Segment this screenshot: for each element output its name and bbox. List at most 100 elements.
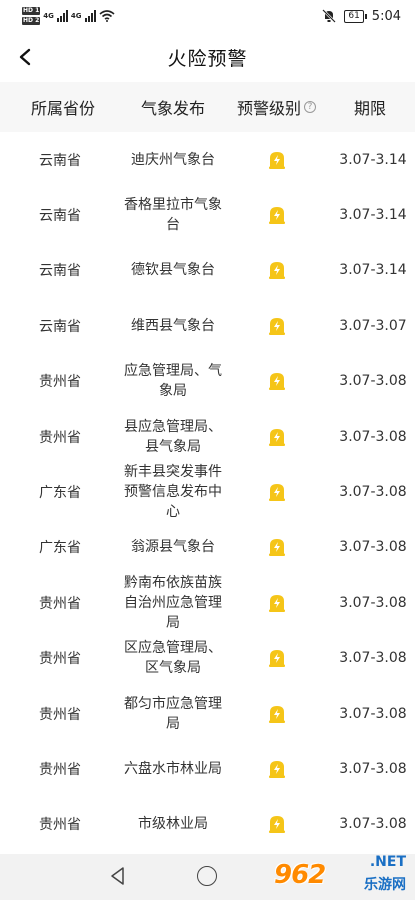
row-issuer: 六盘水市林业局	[124, 760, 222, 777]
column-header-period: 期限	[353, 99, 386, 118]
lightning-icon[interactable]	[268, 593, 286, 613]
row-level	[228, 759, 325, 779]
hd1-badge: HD 1	[22, 7, 41, 15]
row-province: 广东省	[39, 485, 81, 502]
table-row: 贵州省 应急管理局、气象局 3.07-3.08	[0, 354, 415, 409]
row-level	[228, 537, 325, 557]
hd-indicators: HD 1 HD 2	[22, 6, 41, 26]
table-row: 贵州省 县应急管理局、县气象局 3.07-3.08	[0, 409, 415, 464]
row-province: 贵州省	[39, 761, 81, 778]
table-row: 云南省 香格里拉市气象台 3.07-3.14	[0, 187, 415, 242]
lightning-icon[interactable]	[268, 427, 286, 447]
row-issuer: 县应急管理局、县气象局	[124, 418, 222, 455]
row-period: 3.07-3.14	[339, 151, 407, 168]
row-period: 3.07-3.08	[339, 539, 407, 556]
row-period: 3.07-3.07	[339, 317, 407, 334]
row-period: 3.07-3.08	[339, 373, 407, 390]
row-period: 3.07-3.08	[339, 705, 407, 722]
wifi-icon	[98, 10, 115, 22]
table-row: 贵州省 区应急管理局、区气象局 3.07-3.08	[0, 631, 415, 686]
table-row: 广东省 新丰县突发事件预警信息发布中心 3.07-3.08	[0, 464, 415, 521]
lightning-icon[interactable]	[268, 537, 286, 557]
back-button[interactable]	[8, 40, 42, 74]
row-period: 3.07-3.14	[339, 207, 407, 224]
table-row: 云南省 德钦县气象台 3.07-3.14	[0, 243, 415, 298]
table-row: 贵州省 市级林业局 3.07-3.08	[0, 797, 415, 852]
row-level	[228, 704, 325, 724]
row-level	[228, 371, 325, 391]
row-period: 3.07-3.08	[339, 816, 407, 833]
column-header-level-label: 预警级别	[236, 99, 301, 118]
row-period: 3.07-3.14	[339, 262, 407, 279]
net1-label: 4G	[43, 12, 54, 20]
nav-back-icon[interactable]	[108, 866, 128, 886]
row-province: 贵州省	[39, 651, 81, 668]
nav-home-icon[interactable]	[197, 866, 217, 886]
row-issuer: 翁源县气象台	[131, 539, 215, 556]
row-period: 3.07-3.08	[339, 760, 407, 777]
watermark-sub: 乐游网	[364, 877, 406, 893]
row-period: 3.07-3.08	[339, 428, 407, 445]
row-issuer: 新丰县突发事件预警信息发布中心	[124, 464, 222, 521]
row-province: 云南省	[39, 208, 81, 225]
chevron-left-icon	[19, 48, 31, 66]
row-period: 3.07-3.08	[339, 484, 407, 501]
row-issuer: 迪庆州气象台	[131, 151, 215, 168]
watermark-net: .NET	[369, 854, 406, 870]
row-province: 贵州省	[39, 595, 81, 612]
row-issuer: 黔南布依族苗族自治州应急管理局	[124, 574, 222, 631]
row-issuer: 德钦县气象台	[131, 262, 215, 279]
question-icon[interactable]: ?	[304, 101, 316, 113]
table-body: 云南省 迪庆州气象台 3.07-3.14 云南省 香格里拉市气象台 3.07-3.14 云南…	[0, 132, 415, 852]
table-row: 云南省 迪庆州气象台 3.07-3.14	[0, 132, 415, 187]
table-row: 贵州省 六盘水市林业局 3.07-3.08	[0, 741, 415, 796]
lightning-icon[interactable]	[268, 759, 286, 779]
row-level	[228, 150, 325, 170]
row-level	[228, 482, 325, 502]
row-province: 云南省	[39, 263, 81, 280]
clock: 5:04	[371, 8, 401, 24]
row-period: 3.07-3.08	[339, 594, 407, 611]
column-header-level: 预警级别 ?	[228, 95, 325, 119]
status-bar: HD 1 HD 2 4G 4G 61 5:04	[0, 0, 415, 32]
row-issuer: 都匀市应急管理局	[124, 695, 222, 732]
signal-icon	[84, 10, 96, 22]
lightning-icon[interactable]	[268, 814, 286, 834]
page-title: 火险预警	[167, 47, 248, 70]
lightning-icon[interactable]	[268, 371, 286, 391]
row-province: 云南省	[39, 318, 81, 335]
status-right: 61 5:04	[322, 9, 401, 24]
lightning-icon[interactable]	[268, 316, 286, 336]
watermark-logo: 962 .NET 乐游网	[274, 852, 410, 898]
row-issuer: 应急管理局、气象局	[124, 363, 222, 400]
app-header: 火险预警	[0, 32, 415, 82]
row-level	[228, 593, 325, 613]
lightning-icon[interactable]	[268, 150, 286, 170]
row-level	[228, 648, 325, 668]
row-issuer: 香格里拉市气象台	[124, 197, 222, 234]
table-row: 云南省 维西县气象台 3.07-3.07	[0, 298, 415, 353]
lightning-icon[interactable]	[268, 205, 286, 225]
lightning-icon[interactable]	[268, 648, 286, 668]
row-province: 贵州省	[39, 429, 81, 446]
lightning-icon[interactable]	[268, 260, 286, 280]
row-province: 贵州省	[39, 706, 81, 723]
table-row: 广东省 翁源县气象台 3.07-3.08	[0, 520, 415, 575]
row-issuer: 维西县气象台	[131, 317, 215, 334]
table-row: 贵州省 黔南布依族苗族自治州应急管理局 3.07-3.08	[0, 574, 415, 631]
hd2-badge: HD 2	[22, 17, 41, 25]
table-row: 贵州省 都匀市应急管理局 3.07-3.08	[0, 686, 415, 741]
status-left: HD 1 HD 2 4G 4G	[22, 6, 115, 26]
lightning-icon[interactable]	[268, 482, 286, 502]
row-issuer: 市级林业局	[138, 816, 208, 833]
row-period: 3.07-3.08	[339, 650, 407, 667]
column-header-province: 所属省份	[30, 99, 95, 118]
row-level	[228, 814, 325, 834]
watermark-number: 962	[274, 860, 326, 890]
row-province: 云南省	[39, 152, 81, 169]
lightning-icon[interactable]	[268, 704, 286, 724]
row-level	[228, 427, 325, 447]
row-level	[228, 260, 325, 280]
battery-indicator: 61	[344, 9, 368, 23]
row-level	[228, 316, 325, 336]
